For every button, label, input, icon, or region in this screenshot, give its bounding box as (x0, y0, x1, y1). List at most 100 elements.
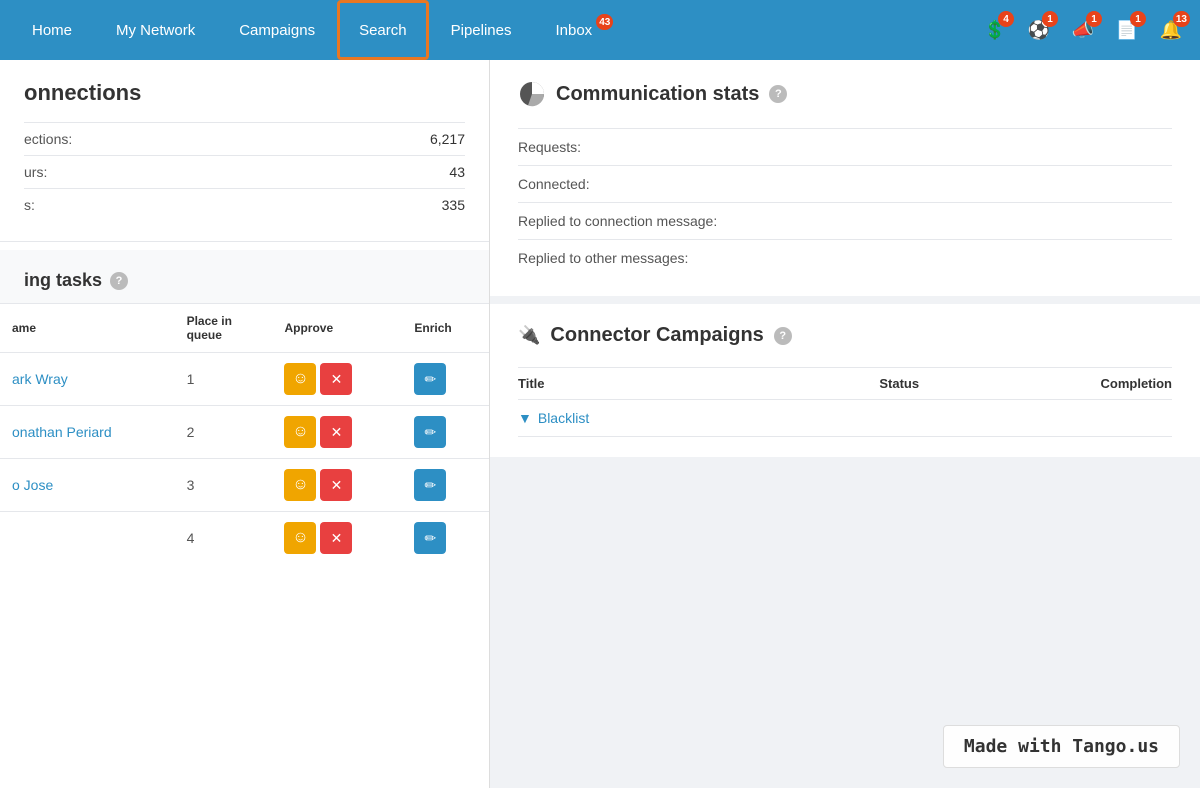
campaigns-header-row: Title Status Completion (518, 368, 1172, 400)
other-value: 335 (279, 189, 465, 222)
table-row: urs: 43 (24, 156, 465, 189)
col-enrich: Enrich (402, 304, 489, 353)
inbox-badge: 43 (596, 14, 613, 30)
approve-button[interactable]: ☺ (284, 416, 316, 448)
table-row: o Jose 3 ☺ ✕ ✏ (0, 459, 489, 512)
comm-row-replied-connection: Replied to connection message: (518, 202, 1172, 239)
comm-stats-label: Communication stats (556, 83, 759, 106)
nav-inbox[interactable]: Inbox 43 (533, 0, 633, 60)
navbar: Home My Network Campaigns Search Pipelin… (0, 0, 1200, 60)
blacklist-link[interactable]: ▼ Blacklist (518, 410, 710, 426)
col-title: Title (518, 368, 710, 400)
comm-row-replied-other: Replied to other messages: (518, 239, 1172, 276)
pending-tasks-table: ame Place inqueue Approve Enrich ark Wra… (0, 303, 489, 564)
pending-help-icon[interactable]: ? (110, 272, 128, 290)
table-row: ark Wray 1 ☺ ✕ ✏ (0, 353, 489, 406)
action-buttons: ☺ ✕ (284, 469, 390, 501)
nav-my-network[interactable]: My Network (94, 0, 217, 60)
enrich-button[interactable]: ✏ (414, 363, 446, 395)
document-badge: 1 (1130, 11, 1146, 27)
filter-icon: ▼ (518, 410, 532, 426)
connected-label: Connected: (518, 176, 1172, 192)
nav-pipelines[interactable]: Pipelines (429, 0, 534, 60)
communication-stats-card: Communication stats ? Requests: Connecte… (490, 60, 1200, 296)
connector-campaigns-label: Connector Campaigns (550, 324, 763, 347)
action-buttons: ☺ ✕ (284, 522, 390, 554)
globe-badge: 1 (1042, 11, 1058, 27)
comm-stats-title: Communication stats ? (518, 80, 1172, 108)
table-row: 4 ☺ ✕ ✏ (0, 512, 489, 565)
replied-other-label: Replied to other messages: (518, 250, 1172, 266)
table-row: ections: 6,217 (24, 123, 465, 156)
requests-label: Requests: (518, 139, 1172, 155)
queue-position: 4 (175, 512, 273, 565)
pie-chart-icon (518, 80, 546, 108)
left-panel: onnections ections: 6,217 urs: 43 s: 335 (0, 60, 490, 788)
reject-button[interactable]: ✕ (320, 469, 352, 501)
nav-icon-megaphone[interactable]: 📣 1 (1064, 11, 1102, 49)
reject-button[interactable]: ✕ (320, 416, 352, 448)
nav-icon-document[interactable]: 📄 1 (1108, 11, 1146, 49)
replied-connection-label: Replied to connection message: (518, 213, 1172, 229)
approve-button[interactable]: ☺ (284, 363, 316, 395)
col-queue: Place inqueue (175, 304, 273, 353)
plug-icon: 🔌 (518, 325, 540, 346)
nav-icon-dollar[interactable]: 💲 4 (976, 11, 1014, 49)
table-row: ▼ Blacklist (518, 400, 1172, 437)
nav-home[interactable]: Home (10, 0, 94, 60)
col-completion: Completion (979, 368, 1172, 400)
queue-position: 2 (175, 406, 273, 459)
comm-row-requests: Requests: (518, 128, 1172, 165)
tasks-header-row: ame Place inqueue Approve Enrich (0, 304, 489, 353)
col-approve: Approve (272, 304, 402, 353)
person-name-link[interactable]: onathan Periard (12, 424, 112, 440)
connections-label: ections: (24, 123, 279, 156)
hours-label: urs: (24, 156, 279, 189)
other-label: s: (24, 189, 279, 222)
hours-value: 43 (279, 156, 465, 189)
queue-position: 1 (175, 353, 273, 406)
enrich-button[interactable]: ✏ (414, 416, 446, 448)
connector-campaigns-title: 🔌 Connector Campaigns ? (518, 324, 1172, 347)
action-buttons: ☺ ✕ (284, 416, 390, 448)
dollar-badge: 4 (998, 11, 1014, 27)
enrich-button[interactable]: ✏ (414, 522, 446, 554)
pending-title: ing tasks (24, 270, 102, 291)
blacklist-label: Blacklist (538, 410, 589, 426)
col-status: Status (710, 368, 979, 400)
nav-campaigns[interactable]: Campaigns (217, 0, 337, 60)
status-cell (710, 400, 979, 437)
bell-badge: 13 (1173, 11, 1190, 27)
nav-icon-bell[interactable]: 🔔 13 (1152, 11, 1190, 49)
enrich-button[interactable]: ✏ (414, 469, 446, 501)
table-row: s: 335 (24, 189, 465, 222)
approve-button[interactable]: ☺ (284, 469, 316, 501)
connections-value: 6,217 (279, 123, 465, 156)
comm-row-connected: Connected: (518, 165, 1172, 202)
col-name: ame (0, 304, 175, 353)
nav-search[interactable]: Search (337, 0, 429, 60)
inbox-label: Inbox (555, 22, 592, 39)
person-name-link[interactable]: ark Wray (12, 371, 68, 387)
completion-cell (979, 400, 1172, 437)
reject-button[interactable]: ✕ (320, 522, 352, 554)
pending-tasks-section: ing tasks ? ame Place inqueue Approve En… (0, 250, 489, 564)
pending-header: ing tasks ? (0, 270, 489, 303)
approve-button[interactable]: ☺ (284, 522, 316, 554)
table-row: onathan Periard 2 ☺ ✕ ✏ (0, 406, 489, 459)
action-buttons: ☺ ✕ (284, 363, 390, 395)
megaphone-badge: 1 (1086, 11, 1102, 27)
connector-campaigns-help-icon[interactable]: ? (774, 327, 792, 345)
connections-card: onnections ections: 6,217 urs: 43 s: 335 (0, 60, 489, 242)
connections-stats-table: ections: 6,217 urs: 43 s: 335 (24, 122, 465, 221)
main-content: onnections ections: 6,217 urs: 43 s: 335 (0, 60, 1200, 788)
comm-stats-help-icon[interactable]: ? (769, 85, 787, 103)
campaigns-table: Title Status Completion ▼ Blacklist (518, 367, 1172, 437)
person-name-link[interactable]: o Jose (12, 477, 53, 493)
reject-button[interactable]: ✕ (320, 363, 352, 395)
connector-campaigns-card: 🔌 Connector Campaigns ? Title Status Com… (490, 304, 1200, 457)
queue-position: 3 (175, 459, 273, 512)
right-panel: Communication stats ? Requests: Connecte… (490, 60, 1200, 788)
watermark: Made with Tango.us (943, 725, 1180, 768)
nav-icon-globe[interactable]: ⚽ 1 (1020, 11, 1058, 49)
